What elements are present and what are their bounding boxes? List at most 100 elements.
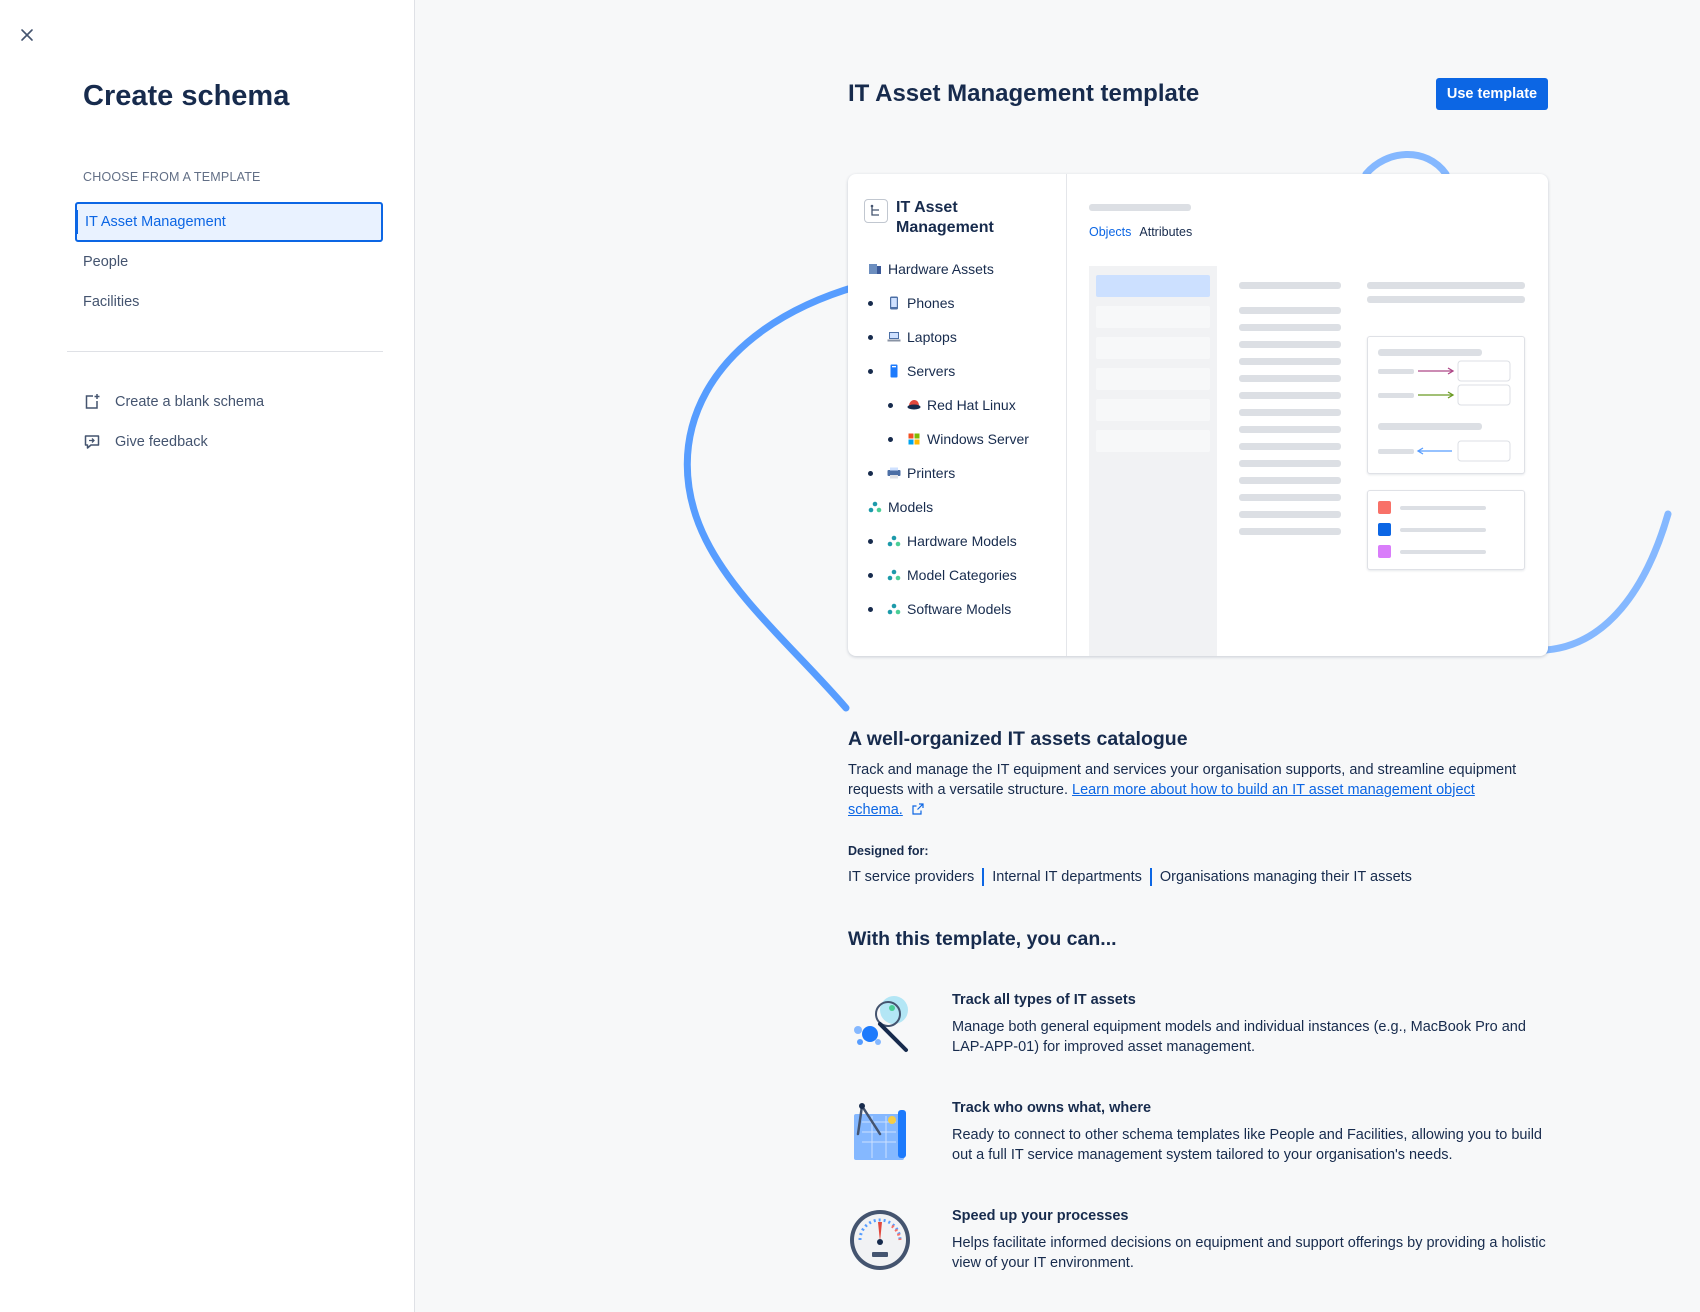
tree-node-models: Models bbox=[864, 490, 1066, 524]
tree-node-label: Hardware Assets bbox=[888, 261, 994, 277]
tree-node-label: Model Categories bbox=[907, 567, 1017, 583]
designed-for-item: Internal IT departments bbox=[992, 869, 1142, 885]
placeholder-row bbox=[1096, 399, 1210, 421]
placeholder-bar bbox=[1239, 324, 1341, 331]
attribute-links-graphic bbox=[1378, 349, 1511, 462]
feature-speed-up: Speed up your processes Helps facilitate… bbox=[848, 1208, 1548, 1273]
give-feedback-label: Give feedback bbox=[115, 434, 208, 450]
feature-content: Speed up your processes Helps facilitate… bbox=[952, 1208, 1552, 1273]
bullet bbox=[868, 334, 873, 340]
create-blank-schema-label: Create a blank schema bbox=[115, 394, 265, 410]
phone-icon bbox=[887, 296, 901, 310]
models-icon bbox=[868, 500, 882, 514]
tree-node-label: Phones bbox=[907, 295, 955, 311]
placeholder-bar bbox=[1239, 511, 1341, 518]
placeholder-bar bbox=[1239, 477, 1341, 484]
template-detail: IT Asset Management template Use templat… bbox=[416, 0, 1700, 1312]
tree-node-label: Software Models bbox=[907, 601, 1012, 617]
tree-node-software-models: Software Models bbox=[864, 592, 1066, 626]
object-tree: IT Asset Management Hardware Assets Phon… bbox=[848, 174, 1067, 656]
placeholder-bar bbox=[1239, 282, 1341, 289]
object-detail-placeholder: Objects Attributes bbox=[1067, 174, 1548, 656]
placeholder-row bbox=[1096, 275, 1210, 297]
close-button[interactable] bbox=[14, 22, 40, 48]
tree-node-model-categories: Model Categories bbox=[864, 558, 1066, 592]
preview-tab-objects: Objects bbox=[1089, 225, 1132, 239]
feature-track-owners: Track who owns what, where Ready to conn… bbox=[848, 1100, 1548, 1165]
laptop-icon bbox=[887, 330, 901, 344]
placeholder-bar bbox=[1089, 204, 1191, 211]
placeholder-bar bbox=[1367, 282, 1525, 289]
feature-text: Ready to connect to other schema templat… bbox=[952, 1127, 1542, 1163]
template-title: IT Asset Management template bbox=[848, 80, 1200, 107]
catalogue-description: Track and manage the IT equipment and se… bbox=[848, 760, 1528, 820]
placeholder-lines bbox=[1239, 282, 1341, 545]
preview-tabs: Objects Attributes bbox=[1089, 225, 1528, 239]
template-preview: IT Asset Management Hardware Assets Phon… bbox=[646, 140, 1700, 720]
hierarchy-icon bbox=[864, 199, 888, 223]
tree-node-label: Windows Server bbox=[927, 431, 1029, 447]
features-heading: With this template, you can... bbox=[848, 928, 1117, 950]
feature-title: Track all types of IT assets bbox=[952, 992, 1136, 1008]
bullet bbox=[868, 572, 873, 578]
tree-node-label: Laptops bbox=[907, 329, 957, 345]
feature-content: Track who owns what, where Ready to conn… bbox=[952, 1100, 1552, 1165]
server-rack-icon bbox=[868, 262, 882, 276]
tree-node-label: Printers bbox=[907, 465, 956, 481]
designed-for-item: Organisations managing their IT assets bbox=[1159, 869, 1412, 885]
placeholder-row bbox=[1096, 368, 1210, 390]
tree-node-servers: Servers bbox=[864, 354, 1066, 388]
redhat-icon bbox=[907, 398, 921, 412]
bullet bbox=[888, 436, 893, 442]
models-icon bbox=[887, 534, 901, 548]
placeholder-bar bbox=[1239, 494, 1341, 501]
placeholder-bar bbox=[1239, 307, 1341, 314]
magnifier-assets-icon bbox=[854, 996, 908, 1052]
add-page-icon bbox=[85, 394, 100, 409]
placeholder-bar bbox=[1239, 443, 1341, 450]
placeholder-object-list bbox=[1089, 266, 1217, 656]
placeholder-bar bbox=[1367, 296, 1525, 303]
placeholder-bar bbox=[1239, 460, 1341, 467]
create-blank-schema-button[interactable]: Create a blank schema bbox=[83, 386, 264, 418]
tree-node-printers: Printers bbox=[864, 456, 1066, 490]
separator bbox=[1149, 868, 1152, 886]
placeholder-row bbox=[1096, 430, 1210, 452]
blueprint-icon bbox=[854, 1103, 906, 1160]
designed-for-list: IT service providers Internal IT departm… bbox=[848, 868, 1412, 886]
models-icon bbox=[887, 602, 901, 616]
tree-node-hardware-assets: Hardware Assets bbox=[864, 252, 1066, 286]
bullet bbox=[868, 606, 873, 612]
placeholder-bar bbox=[1239, 409, 1341, 416]
status-legend-graphic bbox=[1378, 501, 1486, 558]
give-feedback-button[interactable]: Give feedback bbox=[83, 426, 208, 458]
models-icon bbox=[887, 568, 901, 582]
windows-icon bbox=[907, 432, 921, 446]
placeholder-status-box bbox=[1367, 490, 1525, 570]
placeholder-attribute-box bbox=[1367, 336, 1525, 474]
tree-node-laptops: Laptops bbox=[864, 320, 1066, 354]
close-icon bbox=[21, 29, 33, 41]
use-template-button[interactable]: Use template bbox=[1436, 78, 1548, 110]
external-link-icon bbox=[912, 803, 924, 815]
feature-title: Track who owns what, where bbox=[952, 1100, 1152, 1116]
tree-node-hardware-models: Hardware Models bbox=[864, 524, 1066, 558]
placeholder-bar bbox=[1239, 341, 1341, 348]
feature-text: Manage both general equipment models and… bbox=[952, 1019, 1526, 1055]
template-item-facilities[interactable]: Facilities bbox=[75, 282, 383, 322]
placeholder-bar bbox=[1239, 375, 1341, 382]
placeholder-row bbox=[1096, 337, 1210, 359]
template-list: IT Asset Management People Facilities bbox=[75, 202, 383, 322]
tree-node-red-hat-linux: Red Hat Linux bbox=[864, 388, 1066, 422]
bullet bbox=[868, 470, 873, 476]
template-section-label: CHOOSE FROM A TEMPLATE bbox=[83, 170, 261, 184]
tree-node-label: Hardware Models bbox=[907, 533, 1017, 549]
placeholder-bar bbox=[1239, 426, 1341, 433]
bullet bbox=[868, 300, 873, 306]
tree-node-windows-server: Windows Server bbox=[864, 422, 1066, 456]
feature-text: Helps facilitate informed decisions on e… bbox=[952, 1235, 1546, 1271]
template-item-people[interactable]: People bbox=[75, 242, 383, 282]
tree-node-label: Red Hat Linux bbox=[927, 397, 1016, 413]
separator bbox=[982, 868, 985, 886]
template-item-it-asset-management[interactable]: IT Asset Management bbox=[75, 202, 383, 242]
